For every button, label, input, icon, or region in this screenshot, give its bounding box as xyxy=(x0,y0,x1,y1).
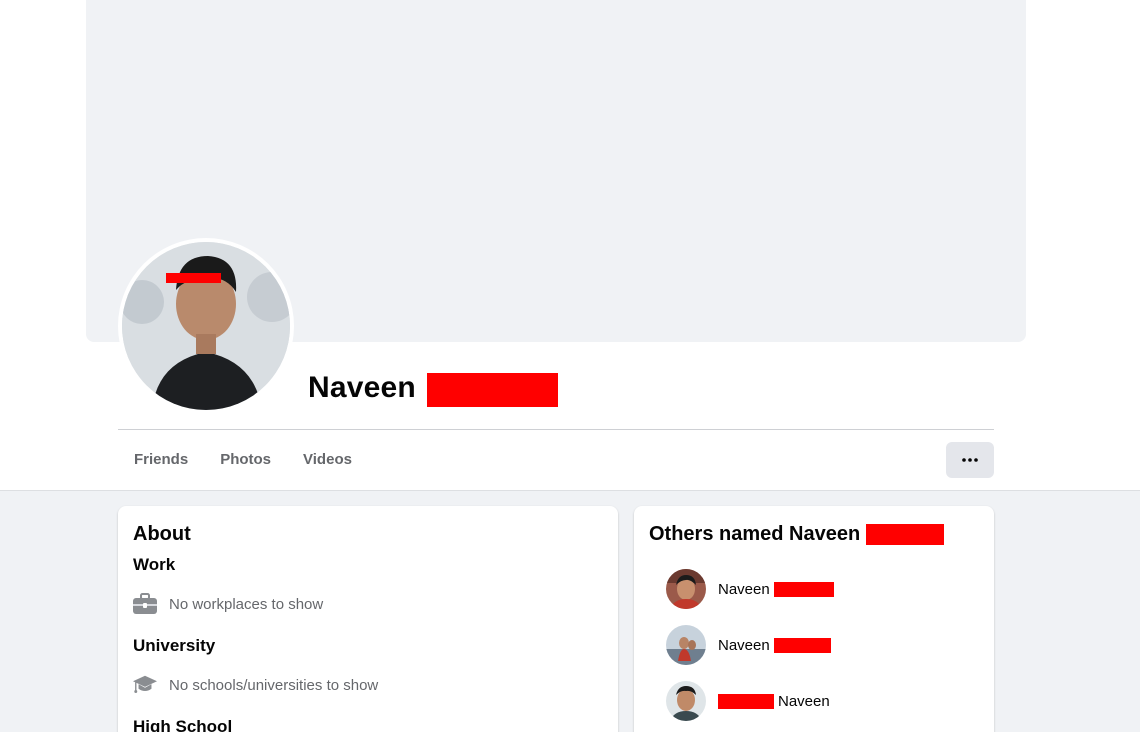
person-name[interactable]: Naveen xyxy=(718,581,834,598)
avatar[interactable] xyxy=(666,681,706,721)
profile-name: Naveen xyxy=(308,371,416,404)
others-title-row: Others named Naveen xyxy=(649,522,979,546)
about-card: About Work No workplaces to show Univers… xyxy=(118,506,618,732)
redaction-bar xyxy=(866,523,945,545)
person-silhouette-icon xyxy=(122,242,290,410)
redaction-bar xyxy=(166,273,221,283)
tab-friends[interactable]: Friends xyxy=(118,442,204,478)
profile-picture[interactable] xyxy=(118,238,294,414)
university-text: No schools/universities to show xyxy=(169,676,379,694)
profile-name-row: Naveen xyxy=(308,368,558,408)
more-options-button[interactable] xyxy=(946,442,994,478)
redaction-bar xyxy=(773,637,831,653)
list-item[interactable]: Naveen xyxy=(649,561,979,617)
header-divider xyxy=(118,429,994,430)
redaction-bar xyxy=(426,373,558,407)
others-named-card: Others named Naveen Naveen Naveen Naveen xyxy=(634,506,994,732)
profile-header: Naveen Friends Photos Videos xyxy=(0,0,1140,491)
redaction-bar xyxy=(718,693,774,709)
list-item[interactable]: Naveen xyxy=(649,673,979,729)
others-list: Naveen Naveen Naveen xyxy=(649,561,979,729)
tab-videos[interactable]: Videos xyxy=(287,442,368,478)
work-text: No workplaces to show xyxy=(169,595,324,613)
avatar[interactable] xyxy=(666,569,706,609)
profile-tabs: Friends Photos Videos xyxy=(118,442,368,478)
briefcase-icon xyxy=(133,592,157,616)
university-info: No schools/universities to show xyxy=(133,671,603,699)
redaction-bar xyxy=(773,581,834,597)
work-info: No workplaces to show xyxy=(133,590,603,618)
more-horizontal-icon xyxy=(962,458,978,462)
list-item[interactable]: Naveen xyxy=(649,617,979,673)
tab-photos[interactable]: Photos xyxy=(204,442,287,478)
high-school-title: High School xyxy=(133,717,233,732)
university-title: University xyxy=(133,636,216,655)
work-title: Work xyxy=(133,555,176,574)
graduation-cap-icon xyxy=(133,673,157,697)
person-name[interactable]: Naveen xyxy=(718,693,830,710)
about-title: About xyxy=(133,523,191,545)
profile-photo-image xyxy=(122,242,290,410)
avatar[interactable] xyxy=(666,625,706,665)
others-title: Others named Naveen xyxy=(649,523,861,545)
person-name[interactable]: Naveen xyxy=(718,637,831,654)
